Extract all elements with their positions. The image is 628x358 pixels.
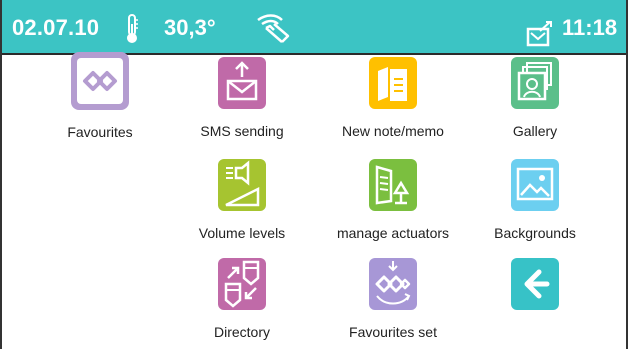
touch-hand-icon[interactable] (252, 12, 296, 43)
app-gallery[interactable]: Gallery (460, 57, 610, 157)
app-label: SMS sending (200, 123, 284, 139)
favourites-icon (71, 52, 129, 110)
favourites-set-icon (369, 258, 417, 310)
gallery-icon (511, 57, 559, 109)
app-favourites-set[interactable]: Favourites set (318, 258, 468, 358)
time-display: 11:18 (562, 15, 618, 40)
app-label: Favourites (67, 124, 133, 140)
app-favourites[interactable]: Favourites (25, 52, 175, 152)
note-icon (369, 57, 417, 109)
back-button[interactable] (460, 258, 610, 358)
status-bar: 02.07.10 30,3° 11:18 (2, 0, 626, 55)
app-label: Volume levels (198, 225, 286, 241)
app-label: manage actuators (336, 225, 450, 241)
thermometer-icon (124, 12, 140, 43)
app-backgrounds[interactable]: Backgrounds (460, 159, 610, 259)
actuators-icon (369, 159, 417, 211)
backgrounds-icon (511, 159, 559, 211)
app-new-note-memo[interactable]: New note/memo (318, 57, 468, 157)
directory-icon (218, 258, 266, 310)
volume-icon (218, 159, 266, 211)
sms-envelope-icon (218, 57, 266, 109)
app-directory[interactable]: Directory (167, 258, 317, 358)
date-display: 02.07.10 (12, 15, 100, 40)
message-icon[interactable] (526, 15, 554, 47)
app-label: New note/memo (342, 123, 444, 139)
app-volume-levels[interactable]: Volume levels (167, 159, 317, 259)
app-sms-sending[interactable]: SMS sending (167, 57, 317, 157)
back-arrow-icon (511, 258, 559, 310)
app-label: Gallery (512, 123, 558, 139)
app-manage-actuators[interactable]: manage actuators (318, 159, 468, 259)
app-label: Directory (213, 324, 270, 340)
temperature-display: 30,3° (164, 15, 216, 40)
home-screen: 02.07.10 30,3° 11:18 Favourites SMS send… (0, 0, 628, 349)
app-label: Backgrounds (494, 225, 576, 241)
app-label: Favourites set (349, 324, 437, 340)
